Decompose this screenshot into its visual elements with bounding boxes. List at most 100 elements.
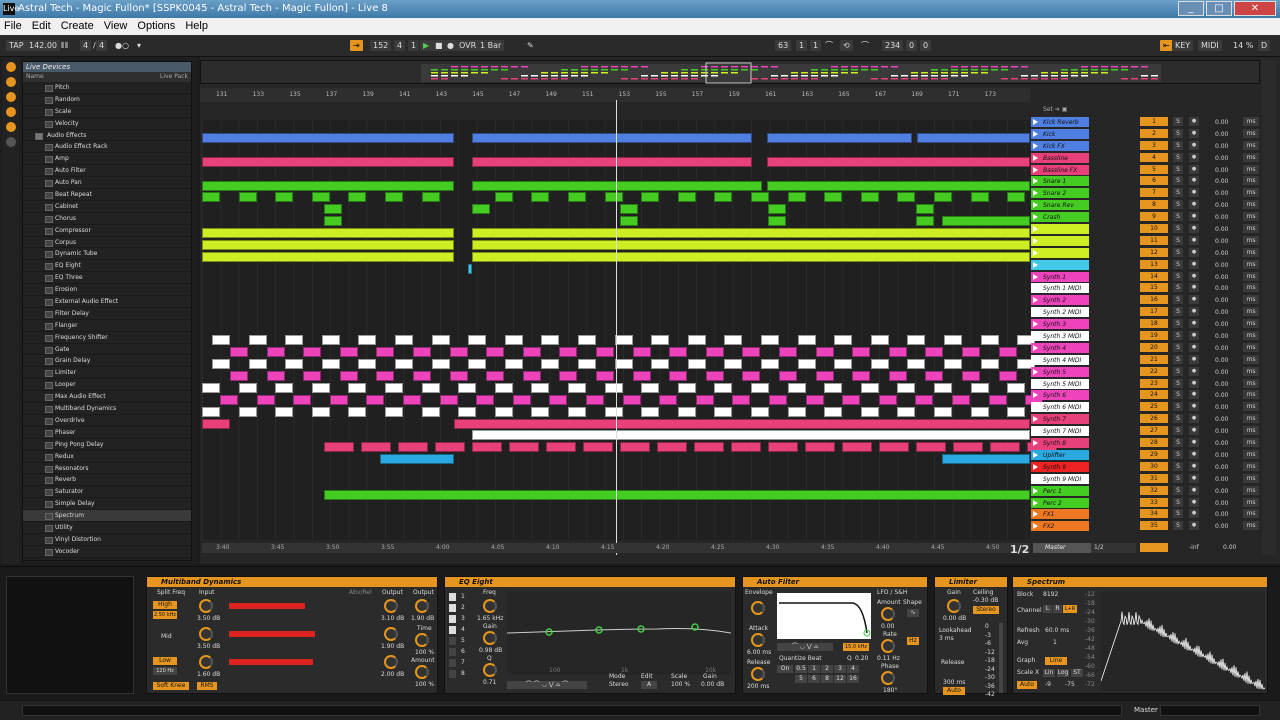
solo-button[interactable]: S — [1173, 319, 1183, 329]
track-name[interactable]: Synth 2 MIDI — [1031, 307, 1089, 318]
track-activator[interactable]: 10 — [1140, 224, 1168, 234]
browser-item[interactable]: Reverb — [23, 474, 191, 487]
track-delay-unit[interactable]: ms — [1243, 200, 1259, 210]
solo-button[interactable]: S — [1173, 402, 1183, 412]
clip[interactable] — [275, 192, 294, 203]
browser-item[interactable]: Resonators — [23, 463, 191, 475]
browser-item[interactable]: Ping Pong Delay — [23, 439, 191, 451]
clip[interactable] — [677, 192, 696, 203]
track-header[interactable]: Synth 7 MIDI 27 S ● 0.00 ms — [1031, 425, 1261, 437]
clip[interactable] — [468, 335, 487, 346]
track-activator[interactable]: 19 — [1140, 331, 1168, 341]
limiter-release-value[interactable]: 300 ms — [943, 679, 965, 686]
track-name[interactable]: Synth 5 — [1031, 366, 1089, 377]
arm-button-icon[interactable]: ● — [1189, 342, 1199, 352]
hotswap-icon[interactable] — [6, 137, 16, 147]
clip[interactable] — [907, 335, 926, 346]
clip[interactable] — [395, 359, 413, 369]
maximize-button[interactable]: □ — [1206, 1, 1232, 16]
punch-out-icon[interactable]: ⌒ — [858, 40, 872, 51]
menu-edit[interactable]: Edit — [32, 18, 51, 35]
track-volume[interactable]: 0.00 — [1215, 462, 1228, 473]
clip[interactable] — [842, 442, 872, 453]
solo-button[interactable]: S — [1173, 414, 1183, 424]
track-volume[interactable]: 0.00 — [1215, 450, 1228, 461]
clip[interactable] — [238, 192, 257, 203]
clip[interactable] — [870, 359, 889, 369]
track-activator[interactable]: 3 — [1140, 140, 1168, 150]
arm-button-icon[interactable]: ● — [1189, 224, 1199, 234]
track-delay-unit[interactable]: ms — [1243, 402, 1259, 412]
time-knob[interactable] — [415, 633, 429, 647]
clip[interactable] — [202, 251, 454, 262]
low-freq-field[interactable]: 120 Hz — [153, 667, 177, 675]
track-activator[interactable]: 29 — [1140, 449, 1168, 459]
track-header[interactable]: FX1 34 S ● 0.00 ms — [1031, 508, 1261, 520]
solo-button[interactable]: S — [1173, 485, 1183, 495]
position-bar[interactable]: 152 — [370, 40, 392, 51]
arm-button-icon[interactable]: ● — [1189, 212, 1199, 222]
arm-button-icon[interactable]: ● — [1189, 521, 1199, 531]
attack-knob[interactable] — [751, 633, 765, 647]
clip[interactable] — [761, 359, 779, 369]
clip[interactable] — [311, 406, 330, 417]
track-delay-unit[interactable]: ms — [1243, 212, 1259, 222]
clip[interactable] — [632, 370, 651, 381]
track-name[interactable]: Synth 9 MIDI — [1031, 473, 1089, 484]
solo-button[interactable]: S — [1173, 438, 1183, 448]
clip[interactable] — [659, 394, 678, 405]
track-activator[interactable]: 9 — [1140, 212, 1168, 222]
clip[interactable] — [669, 370, 688, 381]
track-delay-unit[interactable]: ms — [1243, 449, 1259, 459]
ovr-button[interactable]: OVR — [456, 40, 480, 51]
clip[interactable] — [990, 442, 1020, 453]
track-delay-unit[interactable]: ms — [1243, 342, 1259, 352]
arm-button-icon[interactable]: ● — [1189, 200, 1199, 210]
loop-length-beat[interactable]: 0 — [906, 40, 918, 51]
clip[interactable] — [834, 335, 853, 346]
draw-mode-icon[interactable]: ✎ — [524, 40, 537, 51]
track-delay-unit[interactable]: ms — [1243, 152, 1259, 162]
track-header[interactable]: Synth 5 22 S ● 0.00 ms — [1031, 366, 1261, 378]
clip[interactable] — [358, 335, 377, 346]
browser-item[interactable]: Multiband Dynamics — [23, 403, 191, 415]
clip[interactable] — [202, 156, 454, 167]
envelope-knob[interactable] — [751, 601, 765, 615]
menu-view[interactable]: View — [104, 18, 128, 35]
solo-button[interactable]: S — [1173, 117, 1183, 126]
track-activator[interactable]: 17 — [1140, 307, 1168, 317]
arm-button-icon[interactable]: ● — [1189, 176, 1199, 186]
track-volume[interactable]: 0.00 — [1215, 117, 1228, 128]
track-header[interactable]: Synth 3 MIDI 19 S ● 0.00 ms — [1031, 330, 1261, 342]
amount-knob[interactable] — [415, 665, 429, 679]
clip[interactable] — [449, 347, 468, 358]
clip[interactable] — [768, 204, 786, 215]
master-track-name[interactable]: Master — [1033, 543, 1091, 553]
clip[interactable] — [339, 370, 358, 381]
quantize-on-button[interactable]: On — [777, 665, 793, 673]
clip[interactable] — [768, 442, 798, 453]
clip[interactable] — [751, 192, 769, 203]
track-name[interactable]: Snare 2 — [1031, 188, 1089, 199]
loop-length-bar[interactable]: 234 — [882, 40, 904, 51]
tempo-field[interactable]: 142.00 — [26, 40, 60, 51]
track-name[interactable] — [1031, 235, 1089, 246]
track-volume[interactable]: 0.00 — [1215, 153, 1228, 164]
track-name[interactable]: Synth 4 MIDI — [1031, 354, 1089, 365]
clip[interactable] — [339, 347, 358, 358]
track-activator[interactable]: 34 — [1140, 509, 1168, 519]
quantize-value-button[interactable]: 2 — [821, 665, 833, 673]
solo-button[interactable]: S — [1173, 390, 1183, 400]
solo-button[interactable]: S — [1173, 283, 1183, 293]
clip[interactable] — [512, 394, 531, 405]
scale-log-button[interactable]: Log — [1057, 669, 1069, 677]
track-volume[interactable]: 0.00 — [1215, 212, 1228, 223]
clip[interactable] — [797, 335, 816, 346]
solo-button[interactable]: S — [1173, 509, 1183, 519]
clip[interactable] — [860, 406, 879, 417]
loop-start-beat[interactable]: 1 — [796, 40, 808, 51]
track-name[interactable]: Synth 7 — [1031, 414, 1089, 425]
track-volume[interactable]: 0.00 — [1215, 319, 1228, 330]
browser-item[interactable]: Phaser — [23, 427, 191, 439]
clip[interactable] — [767, 156, 1030, 167]
